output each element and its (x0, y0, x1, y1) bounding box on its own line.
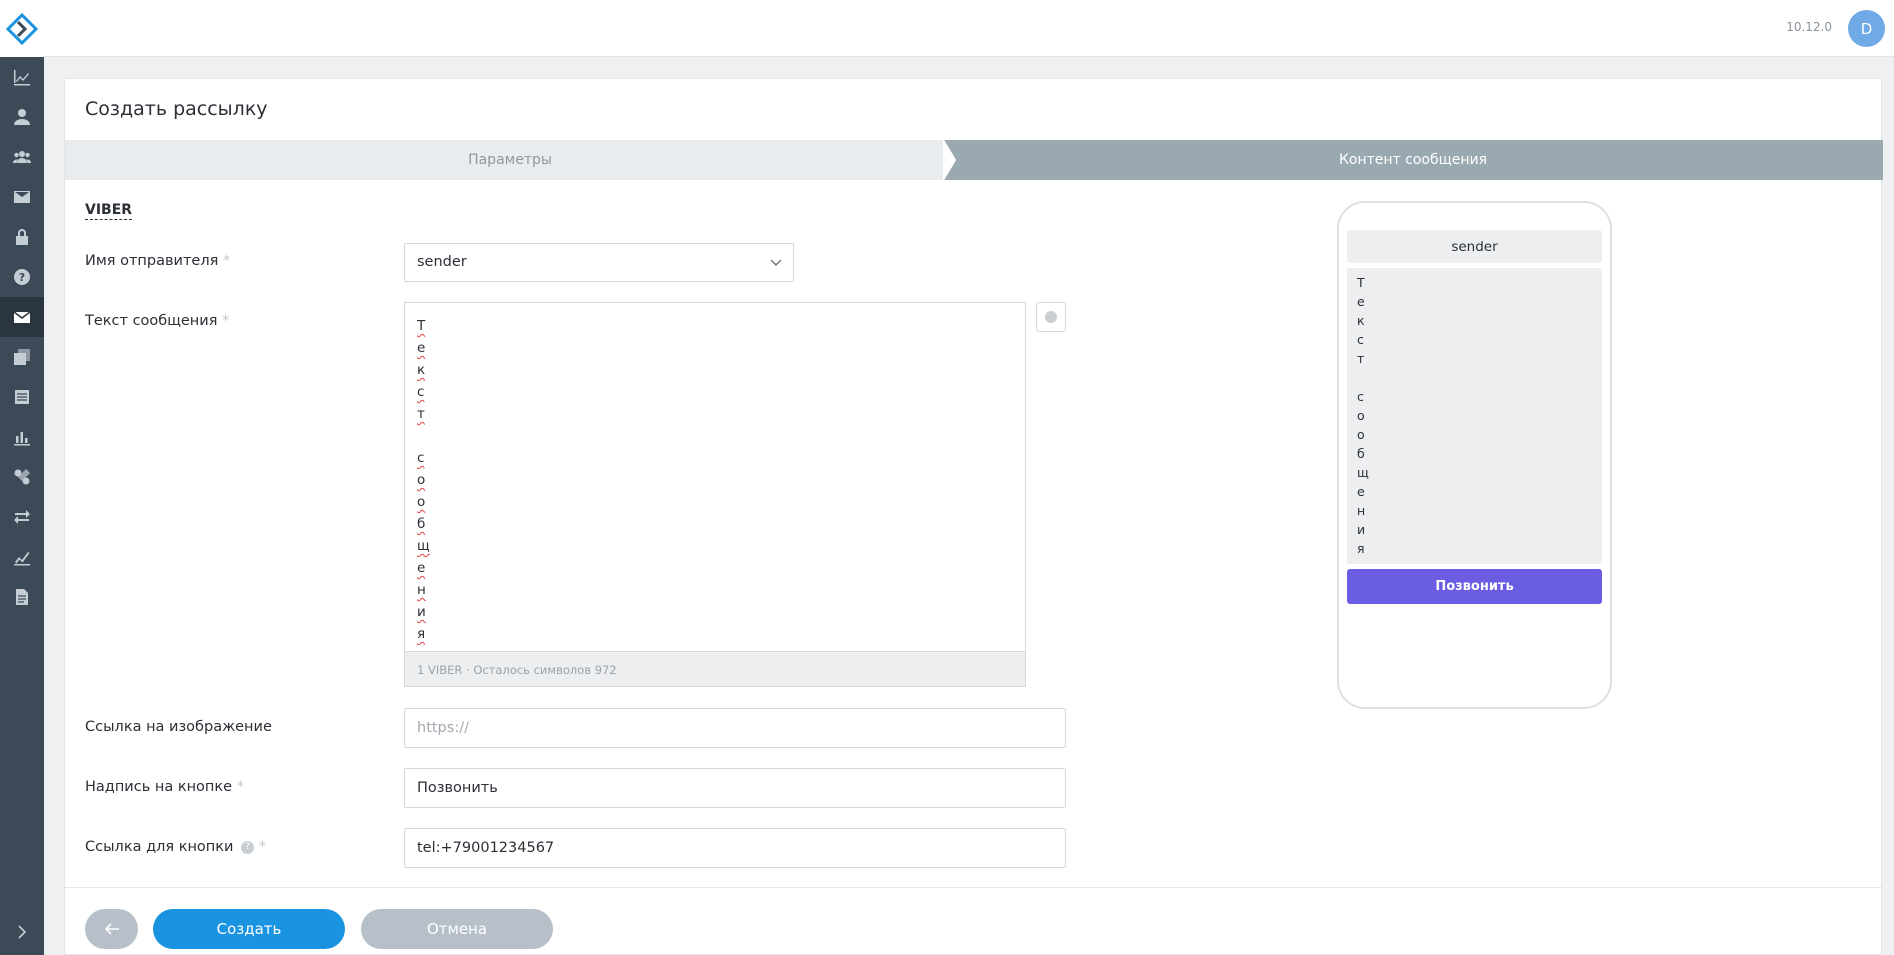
sidebar-item-transfers[interactable] (0, 497, 44, 537)
required-mark: * (258, 839, 266, 855)
integrations-icon (14, 469, 30, 485)
logo-diamond-icon (6, 12, 38, 45)
reports-icon (14, 552, 30, 566)
required-mark: * (222, 313, 230, 329)
required-mark: * (236, 779, 244, 795)
sidebar-item-statistics[interactable] (0, 417, 44, 457)
sender-select[interactable]: sender (404, 243, 794, 282)
chevron-right-icon (18, 925, 27, 939)
sidebar-item-database[interactable] (0, 377, 44, 417)
required-mark: * (222, 253, 231, 269)
user-icon (14, 109, 30, 125)
database-icon (15, 390, 29, 404)
cancel-button[interactable]: Отмена (361, 909, 553, 949)
back-button[interactable] (85, 909, 138, 949)
app-version: 10.12.0 (1786, 20, 1832, 34)
transfer-arrows-icon (14, 510, 30, 524)
preview-sender: sender (1347, 230, 1602, 263)
message-label: Текст сообщения * (85, 313, 229, 329)
sidebar-item-security[interactable] (0, 217, 44, 257)
image-link-label: Ссылка на изображение (85, 719, 272, 735)
footer-divider (65, 887, 1883, 888)
sender-select-value: sender (417, 254, 467, 270)
channel-label: VIBER (85, 202, 133, 220)
arrow-left-icon (104, 923, 119, 935)
emoji-button[interactable] (1036, 302, 1066, 332)
emoji-icon (1045, 311, 1057, 323)
wizard-steps: Параметры Контент сообщения (65, 140, 1883, 180)
message-textarea-content[interactable]: Т е к с т с о о б щ е н и я (417, 315, 1007, 645)
sender-label: Имя отправителя * (85, 253, 230, 269)
templates-icon (14, 349, 30, 365)
sidebar-item-mail[interactable] (0, 177, 44, 217)
sidebar-item-documents[interactable] (0, 577, 44, 617)
message-textarea[interactable]: Т е к с т с о о б щ е н и я 1 VIBER · Ос… (404, 302, 1026, 687)
button-text-label: Надпись на кнопке * (85, 779, 244, 795)
mailing-icon (13, 311, 31, 323)
mail-icon (14, 191, 30, 203)
sidebar-nav: ? (0, 57, 44, 617)
app-logo[interactable] (0, 0, 44, 57)
sidebar-item-reports[interactable] (0, 537, 44, 577)
topbar: 10.12.0 D (44, 0, 1894, 57)
create-button[interactable]: Создать (153, 909, 345, 949)
sidebar-item-mailings[interactable] (0, 297, 44, 337)
users-group-icon (13, 151, 31, 163)
phone-preview: sender Т е к с т с о о б щ е н и я Позво… (1337, 201, 1612, 709)
bar-chart-icon (14, 432, 30, 446)
button-text-input[interactable]: Позвонить (404, 768, 1066, 808)
sidebar-expand-button[interactable] (0, 917, 44, 947)
sidebar-item-dashboard[interactable] (0, 57, 44, 97)
document-icon (16, 589, 28, 605)
svg-text:?: ? (19, 271, 25, 284)
dashboard-chart-icon (14, 70, 30, 86)
create-mailing-card: Создать рассылку Параметры Контент сообщ… (64, 78, 1883, 955)
message-label-text: Текст сообщения (85, 313, 218, 329)
preview-message: Т е к с т с о о б щ е н и я (1347, 268, 1602, 564)
chevron-down-icon (770, 259, 782, 266)
button-link-label-text: Ссылка для кнопки (85, 839, 234, 855)
button-text-label-text: Надпись на кнопке (85, 779, 233, 795)
sidebar: ? (0, 0, 44, 955)
sidebar-item-templates[interactable] (0, 337, 44, 377)
preview-call-button: Позвонить (1347, 569, 1602, 604)
help-icon: ? (14, 269, 30, 285)
avatar[interactable]: D (1848, 10, 1885, 47)
sender-label-text: Имя отправителя (85, 253, 219, 269)
image-link-input[interactable]: https:// (404, 708, 1066, 748)
sidebar-item-help[interactable]: ? (0, 257, 44, 297)
button-link-label: Ссылка для кнопки ? * (85, 839, 266, 855)
step-parameters[interactable]: Параметры (65, 140, 955, 180)
button-link-input[interactable]: tel:+79001234567 (404, 828, 1066, 868)
sidebar-item-integrations[interactable] (0, 457, 44, 497)
page-title: Создать рассылку (85, 98, 268, 120)
step-separator (943, 140, 957, 180)
sidebar-item-contacts[interactable] (0, 97, 44, 137)
step-message-content[interactable]: Контент сообщения (943, 140, 1883, 180)
lock-icon (16, 229, 28, 245)
message-counter: 1 VIBER · Осталось символов 972 (405, 651, 1025, 686)
question-icon[interactable]: ? (241, 840, 255, 854)
sidebar-item-groups[interactable] (0, 137, 44, 177)
